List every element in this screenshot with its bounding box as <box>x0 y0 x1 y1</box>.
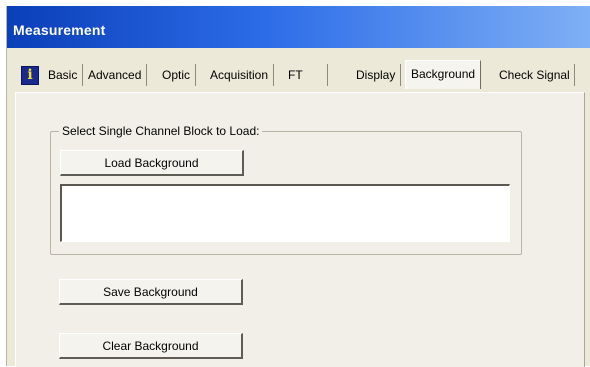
info-icon: i <box>21 66 39 85</box>
tab-ft[interactable]: FT <box>283 64 328 86</box>
clear-background-button[interactable]: Clear Background <box>59 333 243 359</box>
save-background-button[interactable]: Save Background <box>59 279 243 305</box>
load-background-button[interactable]: Load Background <box>60 150 244 176</box>
background-list[interactable] <box>60 184 510 242</box>
window-title: Measurement <box>13 22 106 38</box>
group-title: Select Single Channel Block to Load: <box>59 124 263 138</box>
tab-background[interactable]: Background <box>405 60 482 89</box>
tab-optic[interactable]: Optic <box>157 64 197 86</box>
title-bar[interactable]: Measurement <box>7 6 590 48</box>
tab-display[interactable]: Display <box>351 64 402 86</box>
load-background-group: Select Single Channel Block to Load: Loa… <box>50 124 522 255</box>
tab-check-signal[interactable]: Check Signal <box>495 64 575 86</box>
tab-acquisition[interactable]: Acquisition <box>205 64 275 86</box>
measurement-window: Measurement i Basic Advanced Optic Acqui… <box>6 6 590 367</box>
tab-advanced[interactable]: Advanced <box>83 64 148 86</box>
background-tab-panel: Select Single Channel Block to Load: Loa… <box>15 92 585 367</box>
tab-basic[interactable]: Basic <box>43 64 84 86</box>
